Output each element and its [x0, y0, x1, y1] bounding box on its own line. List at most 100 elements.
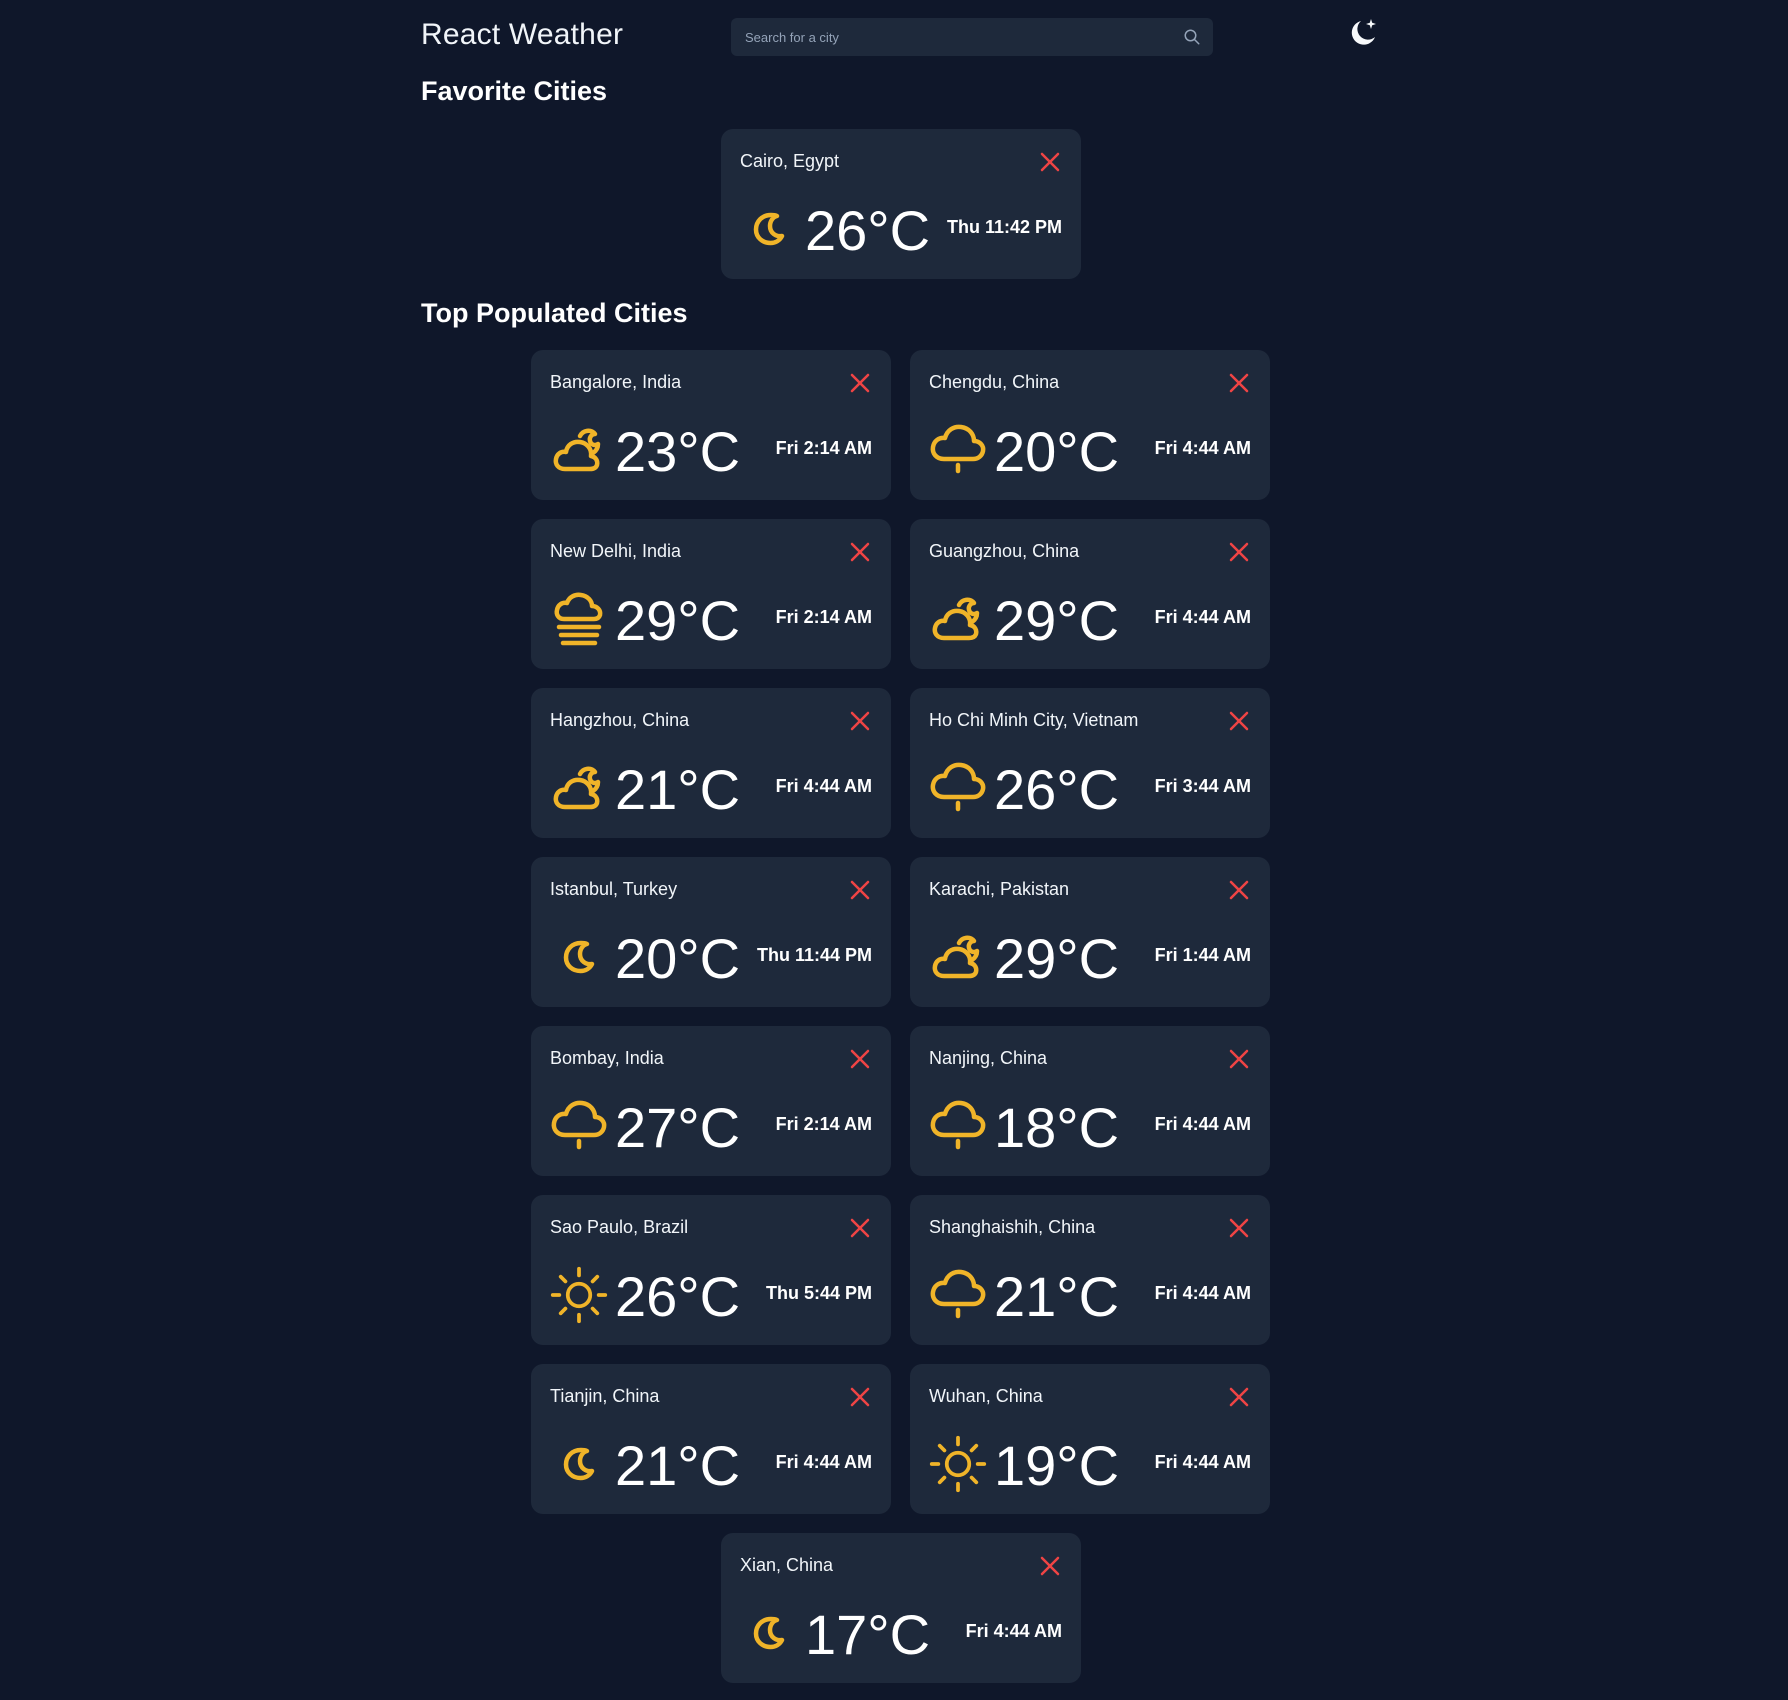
remove-city-button[interactable] — [847, 1046, 873, 1072]
search-bar — [731, 17, 1213, 57]
close-icon — [849, 1386, 871, 1408]
temperature: 18°C — [994, 1096, 1120, 1159]
local-time: Thu 11:44 PM — [756, 945, 872, 965]
city-name: Nanjing, China — [929, 1048, 1048, 1068]
city-card[interactable]: New Delhi, India 29°C Fri 2:14 AM — [531, 519, 891, 669]
city-card[interactable]: Istanbul, Turkey 20°C Thu 11:44 PM — [531, 857, 891, 1007]
close-icon — [1039, 1555, 1061, 1577]
remove-city-button[interactable] — [1226, 877, 1252, 903]
local-time: Fri 2:14 AM — [775, 1114, 872, 1134]
close-icon — [849, 1217, 871, 1239]
close-icon — [1228, 541, 1250, 563]
close-icon — [849, 1048, 871, 1070]
remove-city-button[interactable] — [847, 539, 873, 565]
temperature: 26°C — [615, 1265, 741, 1328]
temperature: 26°C — [994, 758, 1120, 821]
theme-toggle-button[interactable] — [1346, 18, 1380, 52]
city-card[interactable]: Bangalore, India 23°C Fri 2:14 AM — [531, 350, 891, 500]
search-icon[interactable] — [1183, 28, 1201, 46]
city-card[interactable]: Chengdu, China 20°C Fri 4:44 AM — [910, 350, 1270, 500]
temperature: 19°C — [994, 1434, 1120, 1497]
remove-city-button[interactable] — [847, 1384, 873, 1410]
moon-icon — [549, 1434, 609, 1494]
city-name: Wuhan, China — [929, 1386, 1043, 1406]
temperature: 26°C — [805, 199, 931, 262]
remove-city-button[interactable] — [1226, 1384, 1252, 1410]
cloud-fog-icon — [549, 589, 609, 649]
moon-icon — [739, 1603, 799, 1663]
temperature: 27°C — [615, 1096, 741, 1159]
city-card[interactable]: Tianjin, China 21°C Fri 4:44 AM — [531, 1364, 891, 1514]
city-card[interactable]: Nanjing, China 18°C Fri 4:44 AM — [910, 1026, 1270, 1176]
cloud-moon-icon — [928, 589, 988, 649]
temperature: 20°C — [615, 927, 741, 990]
close-icon — [1228, 879, 1250, 901]
city-card[interactable]: Shanghaishih, China 21°C Fri 4:44 AM — [910, 1195, 1270, 1345]
city-card[interactable]: Ho Chi Minh City, Vietnam 26°C Fri 3:44 AM — [910, 688, 1270, 838]
city-name: Istanbul, Turkey — [550, 879, 678, 899]
close-icon — [1039, 151, 1061, 173]
remove-city-button[interactable] — [1226, 1046, 1252, 1072]
local-time: Fri 4:44 AM — [775, 776, 872, 796]
city-card[interactable]: Wuhan, China 19°C Fri 4:44 AM — [910, 1364, 1270, 1514]
close-icon — [1228, 1386, 1250, 1408]
cloud-drizzle-icon — [928, 420, 988, 480]
cloud-drizzle-icon — [928, 1265, 988, 1325]
city-card[interactable]: Guangzhou, China 29°C Fri 4:44 AM — [910, 519, 1270, 669]
local-time: Fri 4:44 AM — [1154, 1452, 1251, 1472]
moon-icon — [549, 927, 609, 987]
close-icon — [1228, 1217, 1250, 1239]
city-name: New Delhi, India — [550, 541, 682, 561]
city-name: Hangzhou, China — [550, 710, 690, 730]
city-card[interactable]: Karachi, Pakistan 29°C Fri 1:44 AM — [910, 857, 1270, 1007]
search-input[interactable] — [743, 17, 1183, 57]
remove-city-button[interactable] — [1037, 1553, 1063, 1579]
city-card[interactable]: Sao Paulo, Brazil 26°C Thu 5:44 PM — [531, 1195, 891, 1345]
remove-city-button[interactable] — [847, 877, 873, 903]
temperature: 21°C — [615, 758, 741, 821]
remove-city-button[interactable] — [1226, 708, 1252, 734]
temperature: 17°C — [805, 1603, 931, 1666]
moon-star-icon — [1346, 16, 1380, 55]
local-time: Fri 1:44 AM — [1154, 945, 1251, 965]
favorites-title: Favorite Cities — [421, 76, 608, 106]
remove-city-button[interactable] — [1037, 149, 1063, 175]
temperature: 21°C — [615, 1434, 741, 1497]
cloud-drizzle-icon — [928, 1096, 988, 1156]
city-name: Sao Paulo, Brazil — [550, 1217, 689, 1237]
moon-icon — [739, 199, 799, 259]
city-card[interactable]: Cairo, Egypt 26°C Thu 11:42 PM — [721, 129, 1081, 279]
city-name: Bombay, India — [550, 1048, 664, 1068]
remove-city-button[interactable] — [1226, 539, 1252, 565]
local-time: Fri 4:44 AM — [1154, 1283, 1251, 1303]
remove-city-button[interactable] — [847, 370, 873, 396]
remove-city-button[interactable] — [1226, 1215, 1252, 1241]
close-icon — [1228, 710, 1250, 732]
local-time: Fri 4:44 AM — [1154, 438, 1251, 458]
city-card[interactable]: Xian, China 17°C Fri 4:44 AM — [721, 1533, 1081, 1683]
cloud-drizzle-icon — [549, 1096, 609, 1156]
city-name: Tianjin, China — [550, 1386, 660, 1406]
city-name: Guangzhou, China — [929, 541, 1080, 561]
sun-icon — [928, 1434, 988, 1494]
close-icon — [849, 541, 871, 563]
temperature: 21°C — [994, 1265, 1120, 1328]
cloud-drizzle-icon — [928, 758, 988, 818]
local-time: Thu 5:44 PM — [765, 1283, 872, 1303]
sun-icon — [549, 1265, 609, 1325]
local-time: Fri 4:44 AM — [775, 1452, 872, 1472]
temperature: 29°C — [994, 589, 1120, 652]
close-icon — [849, 372, 871, 394]
city-name: Karachi, Pakistan — [929, 879, 1070, 899]
local-time: Fri 2:14 AM — [775, 438, 872, 458]
city-name: Bangalore, India — [550, 372, 682, 392]
local-time: Thu 11:42 PM — [946, 217, 1062, 237]
remove-city-button[interactable] — [847, 1215, 873, 1241]
city-name: Ho Chi Minh City, Vietnam — [929, 710, 1139, 730]
city-card[interactable]: Bombay, India 27°C Fri 2:14 AM — [531, 1026, 891, 1176]
remove-city-button[interactable] — [847, 708, 873, 734]
city-card[interactable]: Hangzhou, China 21°C Fri 4:44 AM — [531, 688, 891, 838]
remove-city-button[interactable] — [1226, 370, 1252, 396]
app-title: React Weather — [421, 18, 624, 51]
local-time: Fri 4:44 AM — [1154, 1114, 1251, 1134]
